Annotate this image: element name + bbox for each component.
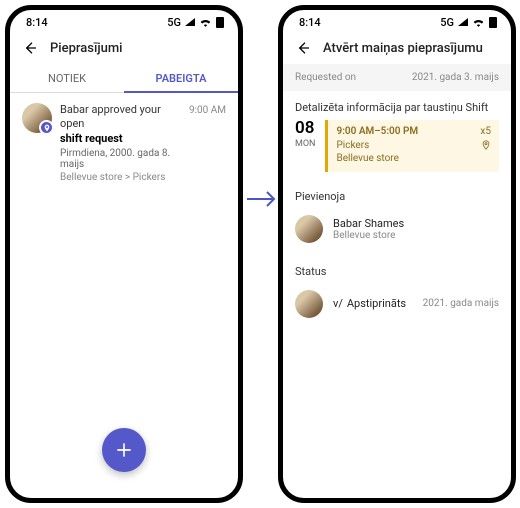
shift-store: Bellevue store [336, 152, 491, 166]
person-info: Babar Shames Bellevue store [333, 217, 404, 241]
card-date: Pirmdiena, 2000. gada 8. maijs [60, 148, 181, 170]
shift-detail-header: Detalizēta informācija par taustiņu Shif… [283, 91, 511, 120]
tab-completed[interactable]: Pabeigta [124, 64, 238, 92]
shift-date: 08 MON [295, 120, 315, 172]
requested-on-label: Requested on [295, 72, 356, 83]
added-by-row[interactable]: Babar Shames Bellevue store [283, 209, 511, 255]
header: Atvērt maiņas pieprasījumu [283, 34, 511, 64]
clock: 8:14 [299, 16, 321, 29]
shift-card: 9:00 AM–5:00 PM x5 Pickers Bellevue stor… [325, 120, 499, 172]
card-prefix: Babar approved your open [60, 103, 161, 130]
request-card[interactable]: Babar approved your open shift request P… [10, 93, 238, 193]
status-row: v/ Apstiprināts 2021. gada maijs [283, 284, 511, 324]
status-date: 2021. gada maijs [423, 298, 499, 309]
back-icon[interactable] [295, 40, 311, 56]
network-label: 5G [167, 16, 181, 29]
status-indicators: 5G [440, 16, 497, 29]
avatar-wrap [22, 103, 52, 133]
card-location: Bellevue store > Pickers [60, 172, 181, 183]
status-bar: 8:14 5G [283, 10, 511, 34]
person-name: Babar Shames [333, 217, 404, 230]
battery-icon [489, 17, 497, 28]
add-button[interactable] [102, 428, 146, 472]
open-shift-icon [39, 120, 54, 135]
status-indicators: 5G [167, 16, 224, 29]
status-bar: 8:14 5G [10, 10, 238, 34]
shift-row[interactable]: 08 MON 9:00 AM–5:00 PM x5 Pickers Bellev… [283, 120, 511, 180]
card-body: Babar approved your open shift request P… [60, 103, 181, 183]
battery-icon [216, 17, 224, 28]
network-label: 5G [440, 16, 454, 29]
wifi-icon [472, 17, 485, 27]
card-bold: shift request [60, 132, 181, 146]
status-value: Apstiprināts [347, 297, 406, 310]
status-text: v/ Apstiprināts [333, 297, 413, 310]
shift-time: 9:00 AM–5:00 PM [336, 125, 491, 139]
card-time: 9:00 AM [189, 103, 226, 183]
requested-on-date: 2021. gada 3. maijs [412, 72, 499, 83]
transition-arrow-icon [246, 190, 276, 208]
person-sub: Bellevue store [333, 230, 404, 241]
clock: 8:14 [26, 16, 48, 29]
page-title: Pieprasījumi [50, 41, 122, 56]
requested-on-row: Requested on 2021. gada 3. maijs [283, 64, 511, 91]
location-icon [481, 140, 491, 150]
plus-icon [114, 440, 134, 460]
added-by-header: Pievienoja [283, 180, 511, 209]
tab-in-progress[interactable]: Notiek [10, 64, 124, 92]
avatar [295, 290, 323, 318]
header: Pieprasījumi [10, 34, 238, 64]
phone-request-detail: 8:14 5G Atvērt maiņas pieprasījumu Reque… [278, 5, 516, 503]
phone-requests-list: 8:14 5G Pieprasījumi Notiek Pabeigta Bab… [5, 5, 243, 503]
status-header: Status [283, 255, 511, 284]
back-icon[interactable] [22, 40, 38, 56]
shift-date-day: MON [295, 139, 315, 149]
signal-icon [185, 18, 195, 26]
wifi-icon [199, 17, 212, 27]
shift-count: x5 [480, 125, 491, 139]
shift-team: Pickers [336, 139, 491, 153]
page-title: Atvērt maiņas pieprasījumu [323, 41, 483, 56]
signal-icon [458, 18, 468, 26]
status-prefix: v/ [333, 297, 343, 310]
avatar [295, 215, 323, 243]
card-summary: Babar approved your open shift request [60, 103, 181, 146]
tabs: Notiek Pabeigta [10, 64, 238, 93]
shift-date-num: 08 [295, 120, 315, 137]
